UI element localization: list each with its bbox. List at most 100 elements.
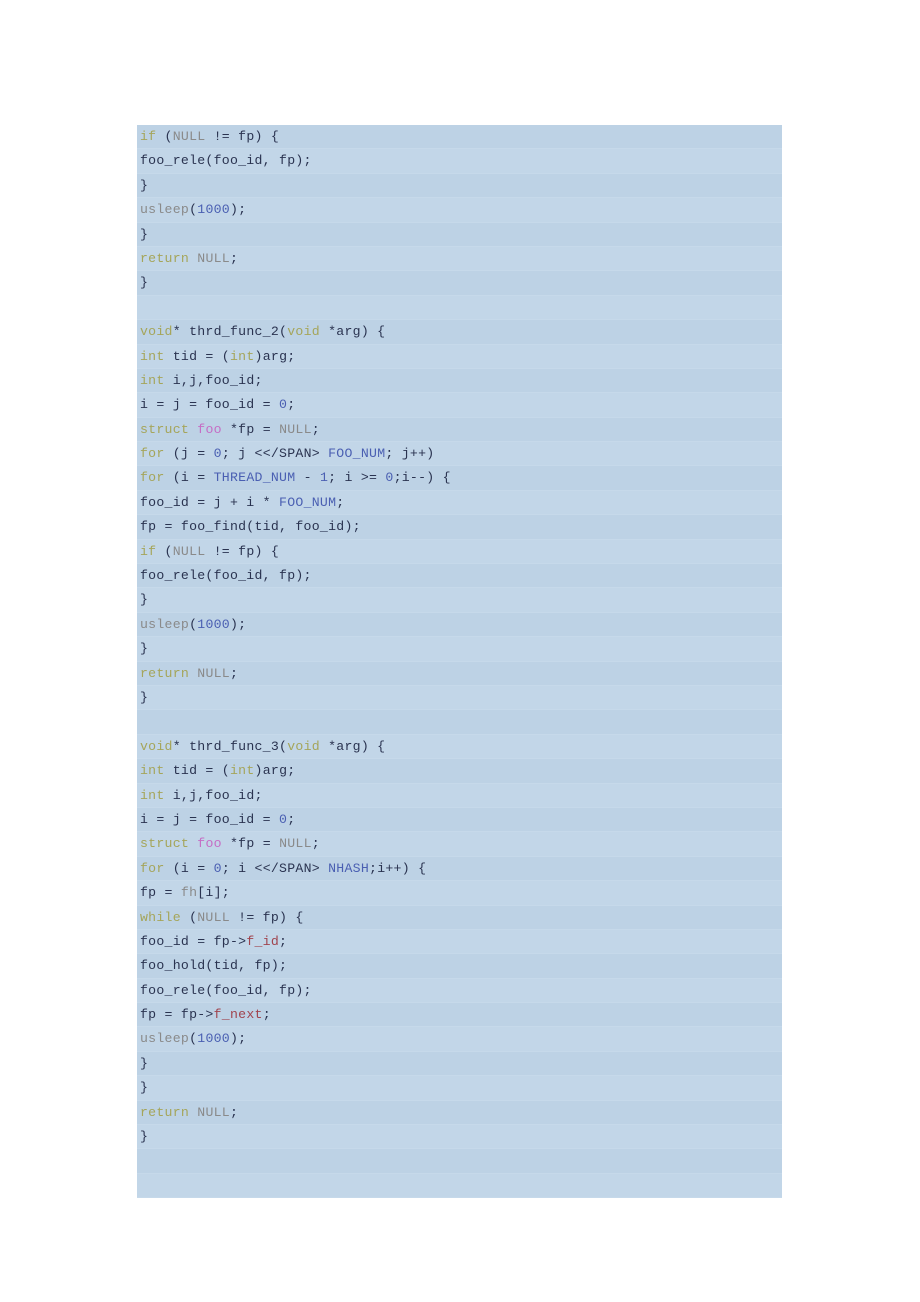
code-line: for (j = 0; j <</SPAN> FOO_NUM; j++) [137, 442, 782, 467]
code-token-plain: } [140, 1080, 149, 1096]
code-token-kw: int [229, 348, 255, 364]
code-line-blank [137, 1173, 782, 1199]
code-token-plain: i = j = foo_id = [140, 811, 280, 827]
code-token-plain: foo_id = j + i * [140, 494, 280, 510]
code-line-blank [137, 1149, 782, 1174]
code-line: struct foo *fp = NULL; [137, 417, 782, 443]
code-token-plain: ; j <</SPAN> [221, 446, 329, 462]
code-token-plain: foo_rele(foo_id, fp); [140, 153, 312, 169]
code-line: void* thrd_func_2(void *arg) { [137, 320, 782, 345]
code-token-kw: int [140, 348, 165, 364]
code-token-mem: f_id [246, 933, 280, 949]
code-line: i = j = foo_id = 0; [137, 807, 782, 833]
code-line: } [137, 685, 782, 711]
code-token-const: FOO_NUM [279, 494, 337, 510]
code-token-plain: ( [156, 129, 173, 144]
code-token-mem: f_next [213, 1007, 263, 1023]
code-token-null: NULL [197, 665, 230, 681]
code-token-plain: ; [279, 933, 288, 949]
code-token-plain: ; [262, 1007, 271, 1023]
code-line: int i,j,foo_id; [137, 368, 782, 394]
code-line: return NULL; [137, 1100, 782, 1126]
code-token-plain: } [140, 592, 149, 608]
code-token-kw: if [140, 543, 157, 559]
code-token-plain: *fp = [221, 836, 280, 852]
code-token-plain: } [140, 1055, 149, 1071]
code-token-plain: ; [229, 1104, 239, 1120]
code-token-plain: } [140, 177, 149, 193]
code-line: } [137, 173, 782, 199]
code-line: foo_rele(foo_id, fp); [137, 978, 782, 1004]
code-line: return NULL; [137, 246, 782, 272]
code-token-plain: } [140, 1129, 149, 1145]
code-token-plain: } [140, 689, 149, 705]
code-line: foo_id = j + i * FOO_NUM; [137, 490, 782, 516]
code-token-kw: struct [140, 836, 190, 852]
code-line: return NULL; [137, 661, 782, 686]
code-token-kw: int [229, 763, 255, 779]
code-line: } [137, 271, 782, 296]
code-line: for (i = THREAD_NUM - 1; i >= 0;i--) { [137, 466, 782, 491]
code-token-plain: foo_rele(foo_id, fp); [140, 982, 312, 998]
code-token-plain: foo_id = fp-> [140, 933, 247, 949]
code-token-const: FOO_NUM [328, 446, 386, 462]
code-line: void* thrd_func_3(void *arg) { [137, 734, 782, 760]
code-token-plain: } [140, 275, 149, 291]
code-block[interactable]: if (NULL != fp) {foo_rele(foo_id, fp);} u… [137, 125, 782, 1199]
code-line: usleep(1000); [137, 612, 782, 638]
code-token-plain: * thrd_func_3( [172, 738, 288, 754]
code-token-null: usleep [140, 616, 190, 632]
code-token-plain: ; j++) [385, 446, 435, 462]
code-token-null: NULL [197, 250, 230, 266]
code-token-num: 0 [213, 860, 222, 876]
code-token-plain: i,j,foo_id; [164, 372, 263, 388]
code-line-blank [137, 710, 782, 735]
code-token-plain: tid = ( [164, 763, 230, 779]
code-token-null: NULL [172, 129, 206, 144]
code-token-const: THREAD_NUM [213, 470, 296, 486]
code-token-plain: *arg) { [319, 324, 386, 340]
code-line: } [137, 1125, 782, 1150]
code-token-num: 1000 [197, 202, 230, 218]
code-token-plain: )arg; [254, 763, 296, 779]
code-token-null: NULL [197, 1104, 230, 1120]
code-token-const: NHASH [328, 860, 370, 876]
code-line: } [137, 222, 782, 247]
code-token-plain: != fp) { [205, 543, 280, 559]
code-token-null: NULL [172, 543, 206, 559]
code-token-plain: tid = ( [164, 348, 230, 364]
code-token-plain: foo_rele(foo_id, fp); [140, 568, 312, 584]
code-line: int tid = (int)arg; [137, 344, 782, 369]
code-token-plain: ( [180, 909, 198, 925]
code-line: if (NULL != fp) { [137, 125, 782, 150]
code-token-kw: return [140, 665, 190, 681]
code-token-plain: *fp = [221, 421, 280, 437]
code-token-plain: ; [336, 494, 345, 510]
code-line: foo_id = fp->f_id; [137, 929, 782, 955]
code-token-plain: ; [311, 421, 320, 437]
code-line: int i,j,foo_id; [137, 783, 782, 808]
code-token-plain: [i]; [197, 885, 230, 901]
code-token-plain: != fp) { [229, 909, 304, 925]
code-line: struct foo *fp = NULL; [137, 832, 782, 857]
code-token-kw: for [140, 470, 165, 486]
code-token-plain: i,j,foo_id; [164, 787, 263, 803]
code-line: } [137, 1076, 782, 1101]
code-line: } [137, 637, 782, 662]
code-line: foo_rele(foo_id, fp); [137, 149, 782, 174]
code-token-num: 1 [319, 470, 329, 486]
code-token-kw: while [140, 909, 181, 925]
code-token-null: usleep [140, 1031, 190, 1047]
code-token-plain: ( [156, 543, 173, 559]
code-line: } [137, 588, 782, 613]
code-token-plain: ); [229, 202, 247, 218]
code-token-kw: void [140, 324, 173, 340]
code-token-plain: fp = foo_find(tid, foo_id); [140, 519, 361, 535]
code-token-plain: )arg; [254, 348, 296, 364]
code-token-kw: return [140, 250, 190, 266]
code-token-kw: void [287, 324, 320, 340]
code-token-plain: ; [229, 250, 239, 266]
code-line: } [137, 1051, 782, 1077]
code-token-kw: struct [140, 421, 190, 437]
code-token-plain: ; i >= [328, 470, 386, 486]
